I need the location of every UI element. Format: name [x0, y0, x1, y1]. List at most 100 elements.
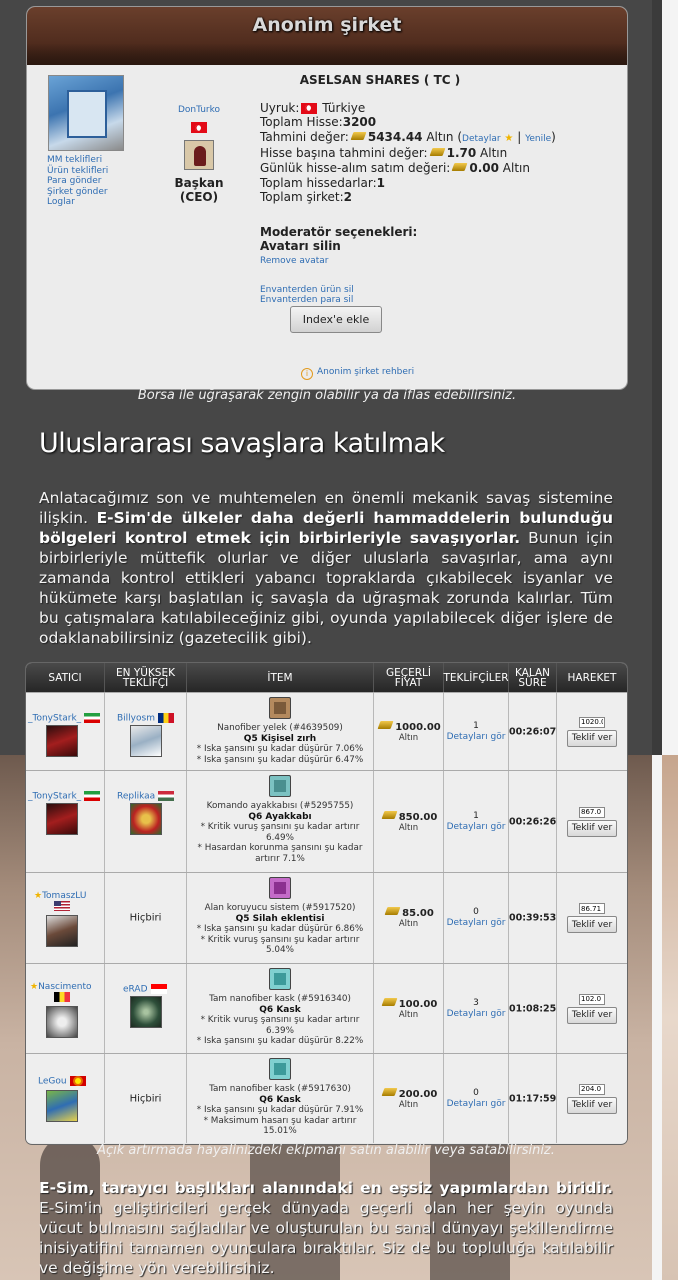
- details-link[interactable]: Detayları gör: [447, 822, 506, 832]
- bidder-link[interactable]: Billyosm: [117, 713, 174, 724]
- ceo-avatar[interactable]: [184, 140, 214, 170]
- armor-vest-icon: [269, 697, 291, 719]
- citizenship-value: Türkiye: [322, 100, 366, 115]
- bid-amount-input[interactable]: [579, 993, 605, 1005]
- bidder-link[interactable]: eRAD: [123, 984, 167, 995]
- company-header: Anonim şirket: [27, 7, 627, 65]
- daily-value-label: Günlük hisse-alım satım değeri:: [260, 160, 451, 175]
- bid-amount-input[interactable]: [579, 1083, 605, 1095]
- item-effect: * Kritik vuruş şansını şu kadar artırır …: [200, 822, 360, 843]
- bidder-avatar[interactable]: [130, 803, 162, 835]
- helmet-icon: [269, 968, 291, 990]
- seller-link[interactable]: ★Nascimento: [30, 982, 92, 1003]
- bid-button[interactable]: Teklif ver: [566, 1006, 618, 1024]
- seller-avatar[interactable]: [46, 1090, 78, 1122]
- turkey-flag-icon: [301, 102, 318, 114]
- time-left: 01:08:25: [509, 1003, 557, 1014]
- bidder-avatar[interactable]: [130, 725, 162, 757]
- details-link[interactable]: Detayları gör: [447, 1099, 506, 1109]
- company-avatar: [48, 75, 124, 151]
- item-quality: Q5 Silah eklentisi: [235, 913, 325, 924]
- bidder-count: 1: [473, 720, 479, 731]
- ceo-name-link[interactable]: DonTurko: [157, 105, 241, 115]
- item-effect: * Iska şansını şu kadar düşürür 6.47%: [196, 754, 364, 765]
- seller-avatar[interactable]: [46, 1006, 78, 1038]
- info-icon: i: [301, 368, 313, 380]
- auction-header-row: SATICI EN YÜKSEK TEKLİFÇİ İTEM GEÇERLİ F…: [26, 663, 627, 692]
- remove-product-link[interactable]: Envanterden ürün sil: [260, 285, 600, 295]
- company-guide-link[interactable]: i Anonim şirket rehberi: [301, 367, 414, 380]
- est-value-amount: 5434.44: [367, 129, 423, 144]
- seller-link[interactable]: _TonyStark_: [28, 791, 101, 802]
- bid-button[interactable]: Teklif ver: [566, 819, 618, 837]
- price-currency: Altın: [398, 919, 419, 929]
- link-mm-offers[interactable]: MM teklifleri: [47, 155, 108, 166]
- bidder-count: 1: [473, 810, 479, 821]
- remove-money-link[interactable]: Envanterden para sil: [260, 295, 600, 305]
- details-link[interactable]: Detaylar: [462, 134, 501, 144]
- details-link[interactable]: Detayları gör: [447, 1009, 506, 1019]
- para2-bold: E-Sim, tarayıcı başlıkları alanındaki en…: [39, 1179, 613, 1197]
- boots-icon: [269, 775, 291, 797]
- header-price: GEÇERLİ FİYAT: [374, 663, 444, 692]
- bid-amount-input[interactable]: [579, 903, 605, 914]
- turkey-flag-icon: [191, 122, 207, 133]
- item-effect: * Iska şansını şu kadar düşürür 7.91%: [196, 1105, 364, 1115]
- bid-amount-input[interactable]: [579, 716, 605, 728]
- bid-amount-input[interactable]: [579, 806, 605, 818]
- seller-link[interactable]: ★TomaszLU: [34, 891, 86, 912]
- share-value-label: Hisse başına tahmini değer:: [260, 146, 428, 161]
- shareholders-value: 1: [376, 175, 385, 190]
- bid-button[interactable]: Teklif ver: [566, 1096, 618, 1114]
- add-to-index-button[interactable]: Index'e ekle: [290, 306, 382, 333]
- table-row: _TonyStark_ Replikaa Komando ayakkabısı …: [26, 770, 627, 872]
- bid-button[interactable]: Teklif ver: [566, 916, 618, 933]
- details-link[interactable]: Detayları gör: [447, 918, 506, 928]
- link-logs[interactable]: Loglar: [47, 197, 108, 208]
- header-time-left: KALAN SÜRE: [509, 663, 557, 692]
- seller-link[interactable]: LeGou: [38, 1076, 86, 1087]
- bidder-count: 3: [473, 997, 479, 1008]
- item-name: Tam nanofiber kask (#5917630): [209, 1084, 351, 1094]
- details-link[interactable]: Detayları gör: [447, 732, 506, 742]
- star-icon: ★: [504, 132, 514, 144]
- bid-button[interactable]: Teklif ver: [566, 729, 618, 747]
- company-panel: Anonim şirket MM teklifleri Ürün teklifl…: [27, 7, 627, 389]
- guide-label: Anonim şirket rehberi: [317, 367, 415, 377]
- no-bidder: Hiçbiri: [129, 1093, 162, 1104]
- price-currency: Altın: [398, 1009, 419, 1020]
- price-currency: Altın: [398, 1099, 419, 1110]
- link-send-money[interactable]: Para gönder: [47, 176, 108, 187]
- seller-avatar[interactable]: [46, 725, 78, 757]
- no-bidder: Hiçbiri: [129, 912, 162, 924]
- link-product-offers[interactable]: Ürün teklifleri: [47, 166, 108, 177]
- item-quality: Q6 Ayakkabı: [248, 811, 312, 822]
- header-action: HAREKET: [567, 671, 617, 684]
- auction-table: SATICI EN YÜKSEK TEKLİFÇİ İTEM GEÇERLİ F…: [26, 663, 627, 1144]
- table-row: _TonyStark_ Billyosm Nanofiber yelek (#4…: [26, 692, 627, 770]
- bidder-link[interactable]: Replikaa: [117, 791, 175, 802]
- citizenship-label: Uyruk:: [260, 100, 300, 115]
- seller-avatar[interactable]: [46, 915, 78, 947]
- refresh-link[interactable]: Yenile: [525, 134, 551, 144]
- item-name: Alan koruyucu sistem (#5917520): [204, 903, 356, 913]
- seller-link[interactable]: _TonyStark_: [28, 713, 101, 724]
- link-send-company[interactable]: Şirket gönder: [47, 187, 108, 198]
- table-row: ★Nascimento eRAD Tam nanofiber kask (#59…: [26, 963, 627, 1053]
- item-effect: * Iska şansını şu kadar düşürür 6.86%: [196, 924, 364, 934]
- time-left: 01:17:59: [509, 1093, 557, 1104]
- item-effect: * Iska şansını şu kadar düşürür 8.22%: [196, 1036, 364, 1046]
- total-shares-label: Toplam Hisse:: [260, 115, 343, 130]
- right-edge-strip: [652, 0, 678, 1280]
- table-row: ★TomaszLU Hiçbiri Alan koruyucu sistem (…: [26, 872, 627, 963]
- est-value-currency: Altın (: [426, 129, 463, 144]
- seller-avatar[interactable]: [46, 803, 78, 835]
- time-left: 00:26:26: [509, 816, 557, 827]
- star-icon: ★: [30, 982, 39, 992]
- company-header-title: Anonim şirket: [252, 14, 402, 36]
- company-name: ASELSAN SHARES ( TC ): [299, 73, 461, 87]
- bidder-avatar[interactable]: [130, 996, 162, 1028]
- remove-avatar-link[interactable]: Remove avatar: [260, 254, 600, 269]
- share-value-currency: Altın: [480, 146, 508, 161]
- price-currency: Altın: [398, 732, 419, 743]
